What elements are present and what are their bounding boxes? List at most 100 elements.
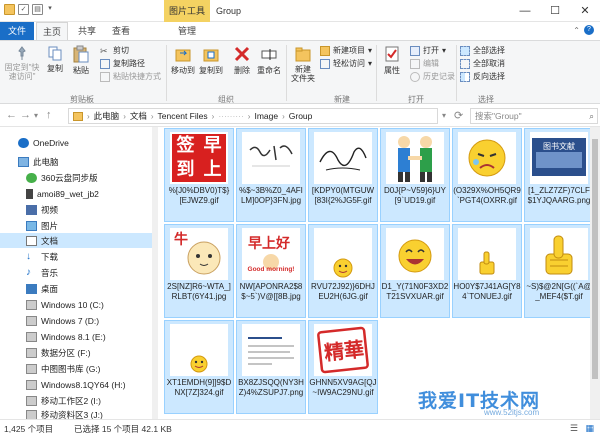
breadcrumb-chevron-icon[interactable]: ›: [248, 112, 251, 121]
paste-shortcut-button[interactable]: 粘贴快捷方式: [100, 71, 161, 82]
breadcrumb-documents[interactable]: 文档: [130, 110, 147, 122]
select-all-button[interactable]: 全部选择: [460, 45, 505, 56]
select-none-button[interactable]: 全部取消: [460, 58, 505, 69]
file-item[interactable]: RVU72J92)}6DHJEU2H(6JG.gif: [308, 224, 378, 318]
nav-item-documents[interactable]: 文档: [0, 233, 156, 248]
nav-item-pictures[interactable]: 图片: [0, 218, 156, 233]
open-button[interactable]: 打开 ▾: [410, 45, 446, 56]
copy-path-button[interactable]: 复制路径: [100, 58, 145, 69]
qa-dropdown-icon[interactable]: ▾: [46, 4, 54, 15]
copy-to-button[interactable]: 复制到: [198, 45, 224, 76]
file-item[interactable]: (O329X%OH5QR9`PGT4(OXRR.gif: [452, 128, 522, 222]
invert-selection-button[interactable]: 反向选择: [460, 71, 505, 82]
nav-item-drive-h[interactable]: Windows8.1QY64 (H:): [0, 377, 156, 392]
navigation-pane: OneDrive 此电脑 360云盘同步版 amoi89_wet_jb2 视频 …: [0, 127, 156, 420]
breadcrumb-tencent-files[interactable]: Tencent Files: [158, 111, 208, 121]
file-item[interactable]: 早上好 Good morning! NW[APONRA2$8$~5`)V@[[8…: [236, 224, 306, 318]
file-item[interactable]: D1_Y(71N0F3XD2T21SVXUAR.gif: [380, 224, 450, 318]
easy-access-button[interactable]: 轻松访问 ▾: [320, 58, 372, 69]
rename-button[interactable]: 重命名: [256, 45, 282, 76]
file-item[interactable]: ~S)$@2N[G((`A@_MEF4($T.gif: [524, 224, 594, 318]
vertical-scrollbar[interactable]: [590, 127, 600, 419]
tab-manage[interactable]: 管理: [172, 22, 202, 40]
file-item[interactable]: [KDPY0(MTGUW[83I{2%JG5F.gif: [308, 128, 378, 222]
properties-qa-icon[interactable]: ✓: [18, 4, 29, 15]
file-item[interactable]: 精華 GHNN5XV9AG[QJ~IW9AC29NU.gif: [308, 320, 378, 414]
nav-item-music[interactable]: ♪ 音乐: [0, 265, 156, 280]
file-item[interactable]: 牛 2S[NZ]R6~WTA_]RLBT(6Y41.jpg: [164, 224, 234, 318]
nav-item-this-pc[interactable]: 此电脑: [0, 154, 156, 169]
nav-item-desktop[interactable]: 桌面: [0, 281, 156, 296]
new-folder-qa-icon[interactable]: ▤: [32, 4, 43, 15]
breadcrumb-chevron-icon[interactable]: ›: [151, 112, 154, 121]
nav-item-drive-c[interactable]: Windows 10 (C:): [0, 297, 156, 312]
breadcrumb-chevron-icon[interactable]: ›: [123, 112, 126, 121]
recent-dropdown-icon[interactable]: ▾: [34, 111, 38, 120]
breadcrumb-chevron-icon[interactable]: ›: [282, 112, 285, 121]
details-view-icon[interactable]: ☰: [570, 423, 578, 434]
tab-file[interactable]: 文件: [0, 22, 34, 40]
file-name: 2S[NZ]R6~WTA_]RLBT(6Y41.jpg: [167, 282, 231, 301]
nav-item-downloads[interactable]: ↓ 下载: [0, 249, 156, 264]
ribbon-tabs: 文件 主页 共享 查看 管理 ⌃ ?: [0, 22, 600, 40]
ribbon-collapse-icon[interactable]: ⌃: [573, 26, 580, 35]
paste-button[interactable]: 粘贴: [70, 45, 92, 76]
breadcrumb-chevron-icon[interactable]: ›: [87, 112, 90, 121]
cut-button[interactable]: ✂ 剪切: [100, 45, 129, 56]
file-item[interactable]: 签早到上 %[J0%DBV0)T$}[EJWZ9.gif: [164, 128, 234, 222]
breadcrumb-account[interactable]: ·········: [218, 111, 243, 121]
tab-view[interactable]: 查看: [106, 22, 136, 40]
maximize-button[interactable]: ☐: [540, 0, 570, 22]
history-button[interactable]: 历史记录: [410, 71, 455, 82]
nav-item-360-cloud[interactable]: 360云盘同步版: [0, 170, 156, 185]
nav-item-drive-g[interactable]: 中图图书库 (G:): [0, 361, 156, 376]
address-bar[interactable]: › 此电脑 › 文档 › Tencent Files › ········· ›…: [68, 108, 438, 124]
back-arrow-icon[interactable]: ←: [6, 109, 17, 121]
edit-button[interactable]: 编辑: [410, 58, 439, 69]
minimize-button[interactable]: —: [510, 0, 540, 22]
copy-button[interactable]: 复制: [44, 45, 66, 74]
refresh-icon[interactable]: ⟳: [454, 109, 463, 122]
nav-item-phone[interactable]: amoi89_wet_jb2: [0, 186, 156, 201]
up-arrow-icon[interactable]: ↑: [46, 109, 52, 121]
file-item[interactable]: BX8ZJSQQ(NY3HZ)4%ZSUPJ7.png: [236, 320, 306, 414]
properties-icon: [385, 46, 399, 62]
tab-share[interactable]: 共享: [72, 22, 102, 40]
search-input[interactable]: 搜索"Group" ⌕: [470, 108, 598, 124]
delete-button[interactable]: 删除: [230, 45, 254, 76]
nav-item-onedrive[interactable]: OneDrive: [0, 135, 156, 150]
nav-item-videos[interactable]: 视频: [0, 202, 156, 217]
tab-home[interactable]: 主页: [36, 22, 68, 40]
picture-tools-context-tab[interactable]: 图片工具: [164, 0, 210, 22]
status-bar: 1,425 个项目 已选择 15 个项目 42.1 KB ☰ ▦: [0, 419, 600, 435]
nav-scrollbar[interactable]: [152, 127, 158, 419]
nav-item-drive-f[interactable]: 数据分区 (F:): [0, 345, 156, 360]
nav-item-drive-i[interactable]: 移动工作区2 (I:): [0, 393, 156, 408]
properties-button[interactable]: 属性: [380, 45, 404, 76]
close-button[interactable]: ✕: [570, 0, 600, 22]
file-item[interactable]: 图书文献 [1_ZLZ7ZF)7CLF$1YJQAARG.png: [524, 128, 594, 222]
file-item[interactable]: XT1EMDH(9]]9$DNX[7Z]324.gif: [164, 320, 234, 414]
breadcrumb-chevron-icon[interactable]: ›: [212, 112, 215, 121]
nav-item-drive-d[interactable]: Windows 7 (D:): [0, 313, 156, 328]
breadcrumb-image[interactable]: Image: [254, 111, 278, 121]
new-group-label: 新建: [334, 95, 350, 104]
file-item[interactable]: HO0Y$7J41AG[Y84`TONUEJ.gif: [452, 224, 522, 318]
dropdown-arrow-icon: ▾: [368, 59, 373, 68]
file-item[interactable]: D0J{P~V59}6}UY[9`UD19.gif: [380, 128, 450, 222]
breadcrumb-this-pc[interactable]: 此电脑: [94, 110, 120, 122]
new-item-button[interactable]: 新建项目 ▾: [320, 45, 372, 56]
address-dropdown-icon[interactable]: ▾: [442, 111, 446, 120]
scrollbar-thumb[interactable]: [592, 139, 598, 379]
file-item[interactable]: %$~3B%Z0_4AFILM]0OP}3FN.jpg: [236, 128, 306, 222]
move-to-button[interactable]: 移动到: [170, 45, 196, 76]
forward-arrow-icon[interactable]: →: [20, 109, 31, 121]
new-folder-button[interactable]: 新建 文件夹: [290, 45, 316, 83]
help-icon[interactable]: ?: [584, 25, 594, 35]
large-icons-view-icon[interactable]: ▦: [585, 423, 594, 434]
pin-quick-access-button[interactable]: 固定到"快 速访问": [4, 45, 40, 81]
file-name: %[J0%DBV0)T$}[EJWZ9.gif: [168, 186, 230, 205]
nav-item-drive-e[interactable]: Windows 8.1 (E:): [0, 329, 156, 344]
breadcrumb-group[interactable]: Group: [289, 111, 313, 121]
copy-path-icon: [100, 58, 110, 69]
